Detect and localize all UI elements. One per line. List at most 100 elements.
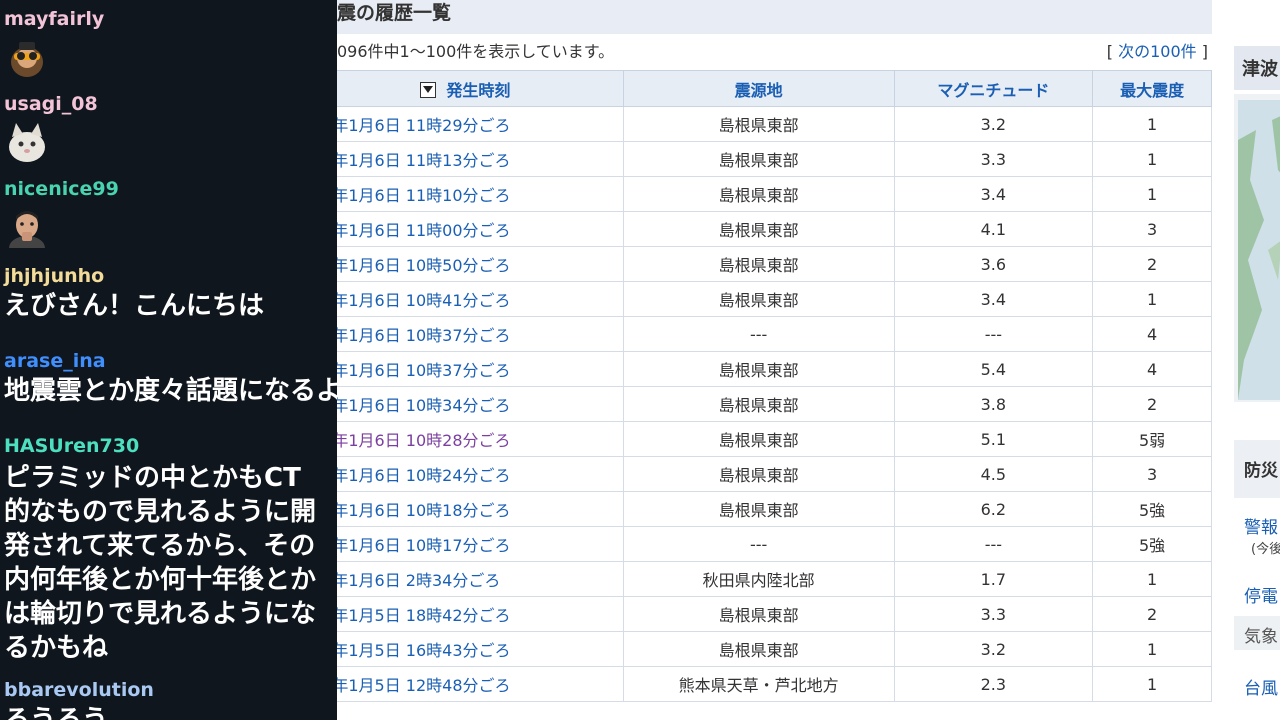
tsunami-panel-header: 津波 <box>1234 46 1280 90</box>
tsunami-title: 津波 <box>1242 59 1278 80</box>
time-link[interactable]: 26年1月6日 10時50分ごろ <box>337 246 624 282</box>
intensity-cell: 3 <box>1092 456 1212 492</box>
magnitude-cell: 6.2 <box>893 491 1094 527</box>
user-avatar <box>6 36 48 78</box>
time-link[interactable]: 26年1月6日 2時34分ごろ <box>337 561 624 597</box>
magnitude-cell: 3.2 <box>893 631 1094 667</box>
time-link[interactable]: 26年1月6日 11時00分ごろ <box>337 211 624 247</box>
time-link[interactable]: 26年1月6日 11時10分ごろ <box>337 176 624 212</box>
table-row: 26年1月6日 10時41分ごろ島根県東部3.41 <box>337 281 1212 317</box>
time-link[interactable]: 26年1月6日 10時41分ごろ <box>337 281 624 317</box>
time-link[interactable]: 26年1月6日 10時28分ごろ <box>337 421 624 457</box>
earthquake-history-page: 震の履歴一覧 096件中1～100件を表示しています。 [ 次の100件 ] 発… <box>337 0 1280 720</box>
next-page-link[interactable]: [ 次の100件 ] <box>1107 38 1208 62</box>
epicenter-cell: 島根県東部 <box>622 596 895 632</box>
chat-message: nicenice99 <box>0 178 119 248</box>
disaster-prevention-header: 防災 <box>1234 440 1280 498</box>
chat-text: ピラミッドの中とかもCT的なもので見れるように開発されて来てるから、その内何年後… <box>4 463 317 663</box>
epicenter-cell: 島根県東部 <box>622 176 895 212</box>
sort-desc-icon[interactable] <box>420 81 437 98</box>
warning-sub: (今後 <box>1251 542 1280 557</box>
epicenter-cell: 島根県東部 <box>622 211 895 247</box>
chat-username: usagi_08 <box>4 93 98 115</box>
time-link[interactable]: 26年1月6日 10時37分ごろ <box>337 316 624 352</box>
intensity-cell: 4 <box>1092 351 1212 387</box>
magnitude-cell: 5.4 <box>893 351 1094 387</box>
table-row: 26年1月6日 10時28分ごろ島根県東部5.15弱 <box>337 421 1212 457</box>
header-time-label[interactable]: 発生時刻 <box>446 81 510 100</box>
magnitude-cell: 3.3 <box>893 141 1094 177</box>
weather-section-title: 気象 <box>1244 627 1278 647</box>
magnitude-cell: 5.1 <box>893 421 1094 457</box>
table-row: 26年1月6日 10時17分ごろ------5強 <box>337 526 1212 562</box>
table-row: 26年1月5日 18時42分ごろ島根県東部3.32 <box>337 596 1212 632</box>
magnitude-cell: 3.2 <box>893 106 1094 142</box>
header-magnitude[interactable]: マグニチュード <box>893 70 1094 107</box>
table-row: 26年1月6日 10時18分ごろ島根県東部6.25強 <box>337 491 1212 527</box>
epicenter-cell: 島根県東部 <box>622 386 895 422</box>
time-link[interactable]: 26年1月6日 10時24分ごろ <box>337 456 624 492</box>
man-avatar <box>6 206 48 248</box>
epicenter-cell: 島根県東部 <box>622 421 895 457</box>
cat-avatar <box>6 121 48 163</box>
magnitude-cell: 3.4 <box>893 176 1094 212</box>
power-outage-link[interactable]: 停電 <box>1244 582 1278 607</box>
time-link[interactable]: 26年1月6日 11時29分ごろ <box>337 106 624 142</box>
epicenter-cell: 秋田県内陸北部 <box>622 561 895 597</box>
table-row: 26年1月6日 11時29分ごろ島根県東部3.21 <box>337 106 1212 142</box>
intensity-cell: 5強 <box>1092 491 1212 527</box>
time-link[interactable]: 26年1月6日 10時37分ごろ <box>337 351 624 387</box>
intensity-cell: 1 <box>1092 281 1212 317</box>
chat-message: mayfairly <box>0 8 104 78</box>
intensity-cell: 1 <box>1092 141 1212 177</box>
bracket-close: ] <box>1201 42 1208 61</box>
header-epicenter[interactable]: 震源地 <box>622 70 895 107</box>
epicenter-cell: 島根県東部 <box>622 456 895 492</box>
table-row: 26年1月6日 2時34分ごろ秋田県内陸北部1.71 <box>337 561 1212 597</box>
typhoon-link[interactable]: 台風 <box>1244 674 1278 699</box>
table-header-row: 発生時刻 震源地 マグニチュード 最大震度 <box>337 70 1212 107</box>
magnitude-cell: --- <box>893 316 1094 352</box>
epicenter-cell: 島根県東部 <box>622 141 895 177</box>
epicenter-cell: --- <box>622 316 895 352</box>
chat-message: HASUren730 ピラミッドの中とかもCT的なもので見れるように開発されて来… <box>0 435 337 665</box>
table-row: 26年1月6日 11時00分ごろ島根県東部4.13 <box>337 211 1212 247</box>
time-link[interactable]: 26年1月6日 10時18分ごろ <box>337 491 624 527</box>
epicenter-cell: 島根県東部 <box>622 281 895 317</box>
intensity-cell: 5強 <box>1092 526 1212 562</box>
intensity-cell: 4 <box>1092 316 1212 352</box>
time-link[interactable]: 26年1月5日 16時43分ごろ <box>337 631 624 667</box>
time-link[interactable]: 26年1月6日 10時17分ごろ <box>337 526 624 562</box>
magnitude-cell: 2.3 <box>893 666 1094 702</box>
chat-username: arase_ina <box>4 350 106 372</box>
header-time[interactable]: 発生時刻 <box>337 70 624 107</box>
chat-message: jhjhjunho えびさん！こんにちは <box>0 265 264 323</box>
bracket-open: [ <box>1106 42 1114 61</box>
intensity-cell: 3 <box>1092 211 1212 247</box>
chat-text: 地震雲とか度々話題になるよね <box>4 376 337 406</box>
disaster-prevention-title: 防災 <box>1244 461 1278 481</box>
epicenter-cell: 島根県東部 <box>622 106 895 142</box>
header-intensity[interactable]: 最大震度 <box>1092 70 1212 107</box>
time-link[interactable]: 26年1月6日 11時13分ごろ <box>337 141 624 177</box>
next-page-label[interactable]: 次の100件 <box>1118 42 1197 61</box>
time-link[interactable]: 26年1月5日 12時48分ごろ <box>337 666 624 702</box>
table-row: 26年1月6日 11時13分ごろ島根県東部3.31 <box>337 141 1212 177</box>
epicenter-cell: 島根県東部 <box>622 491 895 527</box>
intensity-cell: 2 <box>1092 246 1212 282</box>
page-title: 震の履歴一覧 <box>337 2 452 24</box>
chat-username: jhjhjunho <box>4 265 105 287</box>
table-row: 26年1月6日 11時10分ごろ島根県東部3.41 <box>337 176 1212 212</box>
warning-link[interactable]: 警報 <box>1244 513 1278 538</box>
intensity-cell: 2 <box>1092 596 1212 632</box>
epicenter-cell: --- <box>622 526 895 562</box>
magnitude-cell: 3.8 <box>893 386 1094 422</box>
magnitude-cell: 1.7 <box>893 561 1094 597</box>
time-link[interactable]: 26年1月5日 18時42分ごろ <box>337 596 624 632</box>
chat-message: bbarevolution ろうろう <box>0 679 154 720</box>
tsunami-map[interactable] <box>1234 94 1280 402</box>
time-link[interactable]: 26年1月6日 10時34分ごろ <box>337 386 624 422</box>
epicenter-cell: 島根県東部 <box>622 351 895 387</box>
chat-username: bbarevolution <box>4 679 154 701</box>
chat-panel: mayfairly usagi_08 nicenice99 jhjhjunho … <box>0 0 337 720</box>
